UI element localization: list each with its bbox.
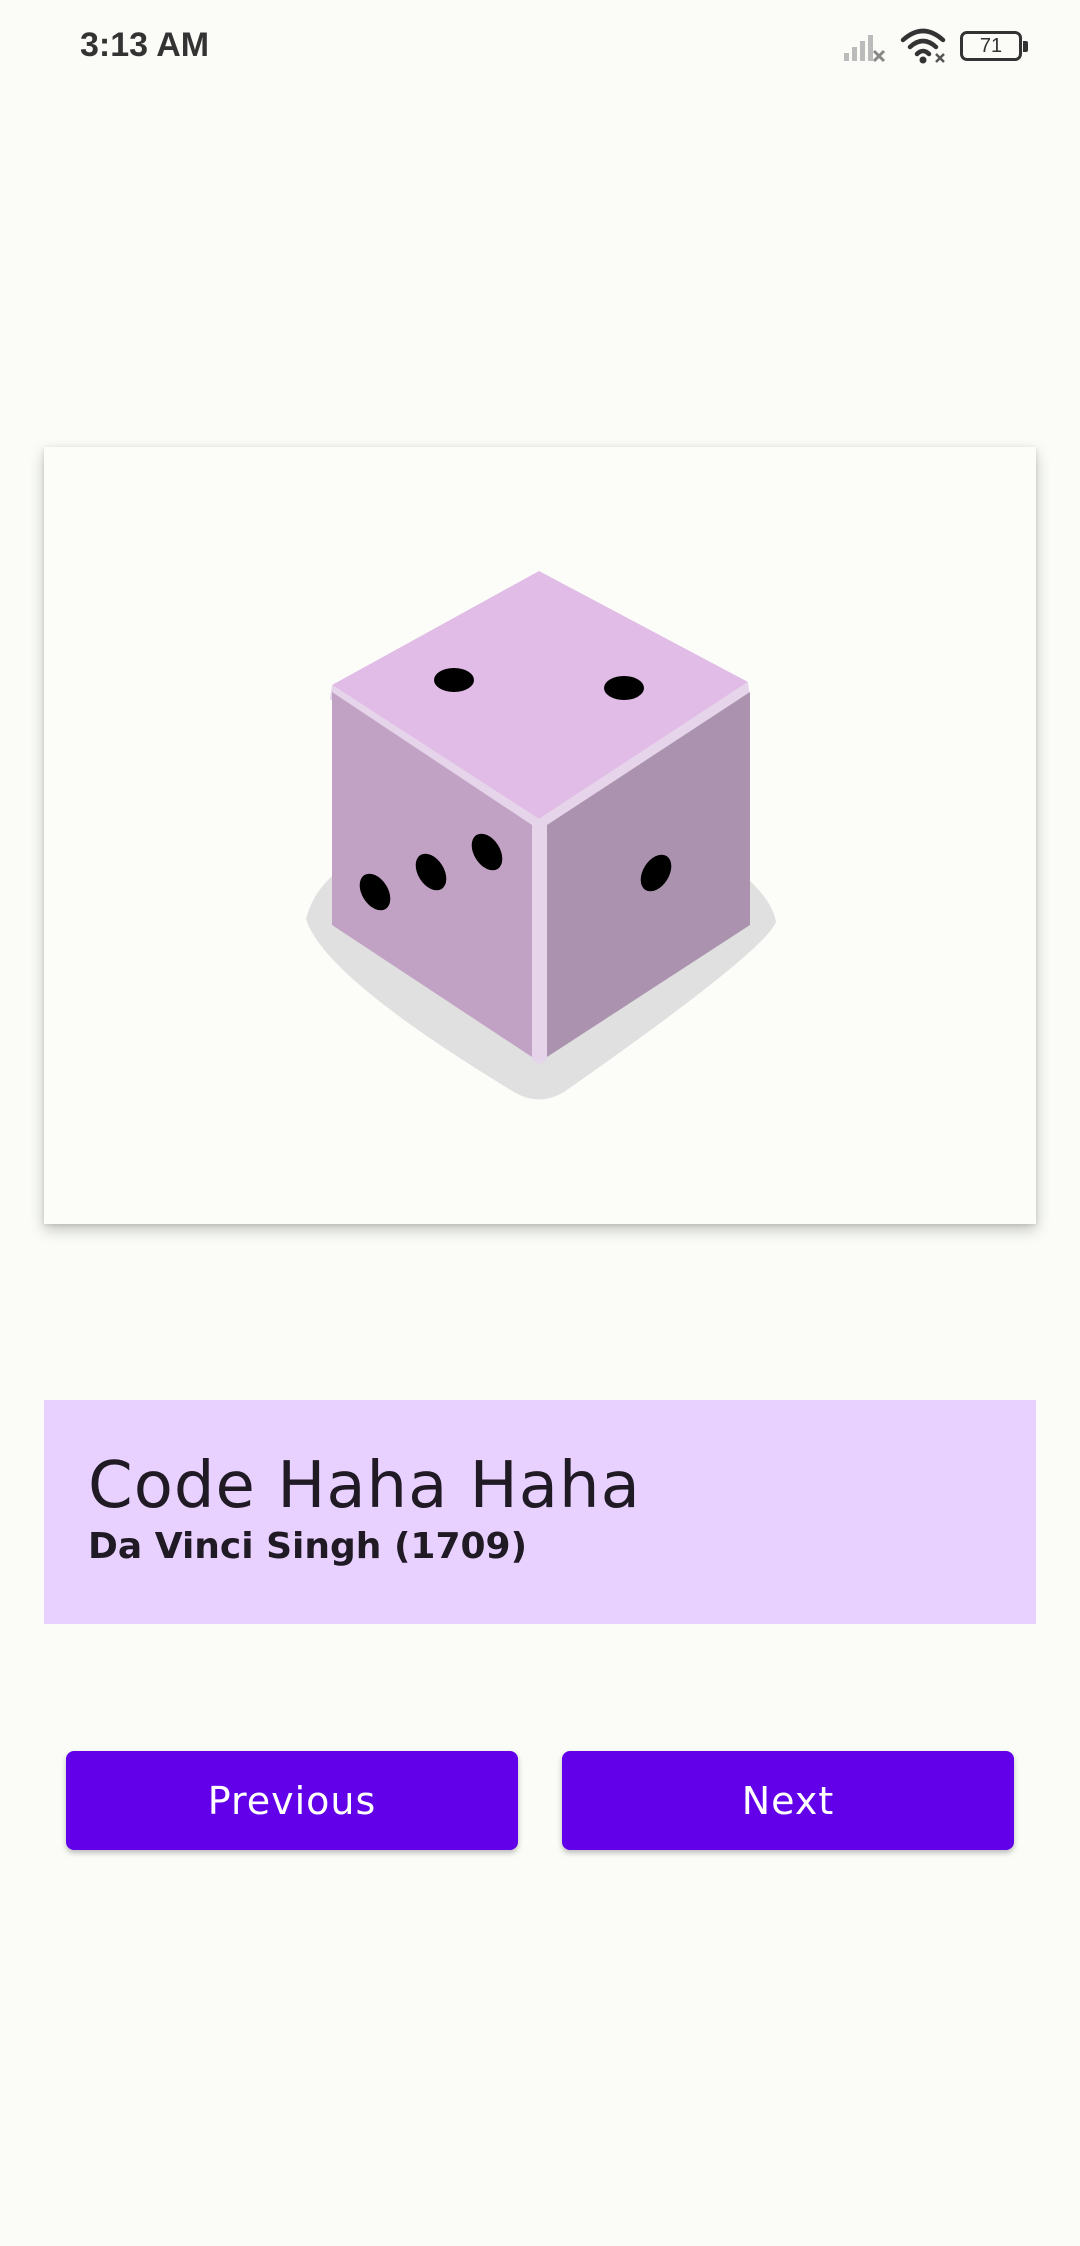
- dice-icon: [306, 571, 776, 1100]
- battery-icon: 71: [960, 31, 1028, 61]
- artwork-subtitle: Da Vinci Singh (1709): [88, 1526, 528, 1567]
- signal-icon: [844, 35, 886, 63]
- battery-level: 71: [979, 34, 1003, 57]
- artwork-title: Code Haha Haha: [88, 1449, 641, 1523]
- artwork-info-panel: Code Haha Haha Da Vinci Singh (1709): [44, 1400, 1036, 1624]
- status-time: 3:13 AM: [80, 26, 210, 64]
- previous-button[interactable]: Previous: [66, 1751, 518, 1850]
- status-bar: 3:13 AM 71: [0, 0, 1080, 96]
- artwork-image-card: [44, 447, 1036, 1224]
- wifi-icon: [900, 28, 946, 64]
- next-button[interactable]: Next: [562, 1751, 1014, 1850]
- status-icons: 71: [842, 26, 1028, 66]
